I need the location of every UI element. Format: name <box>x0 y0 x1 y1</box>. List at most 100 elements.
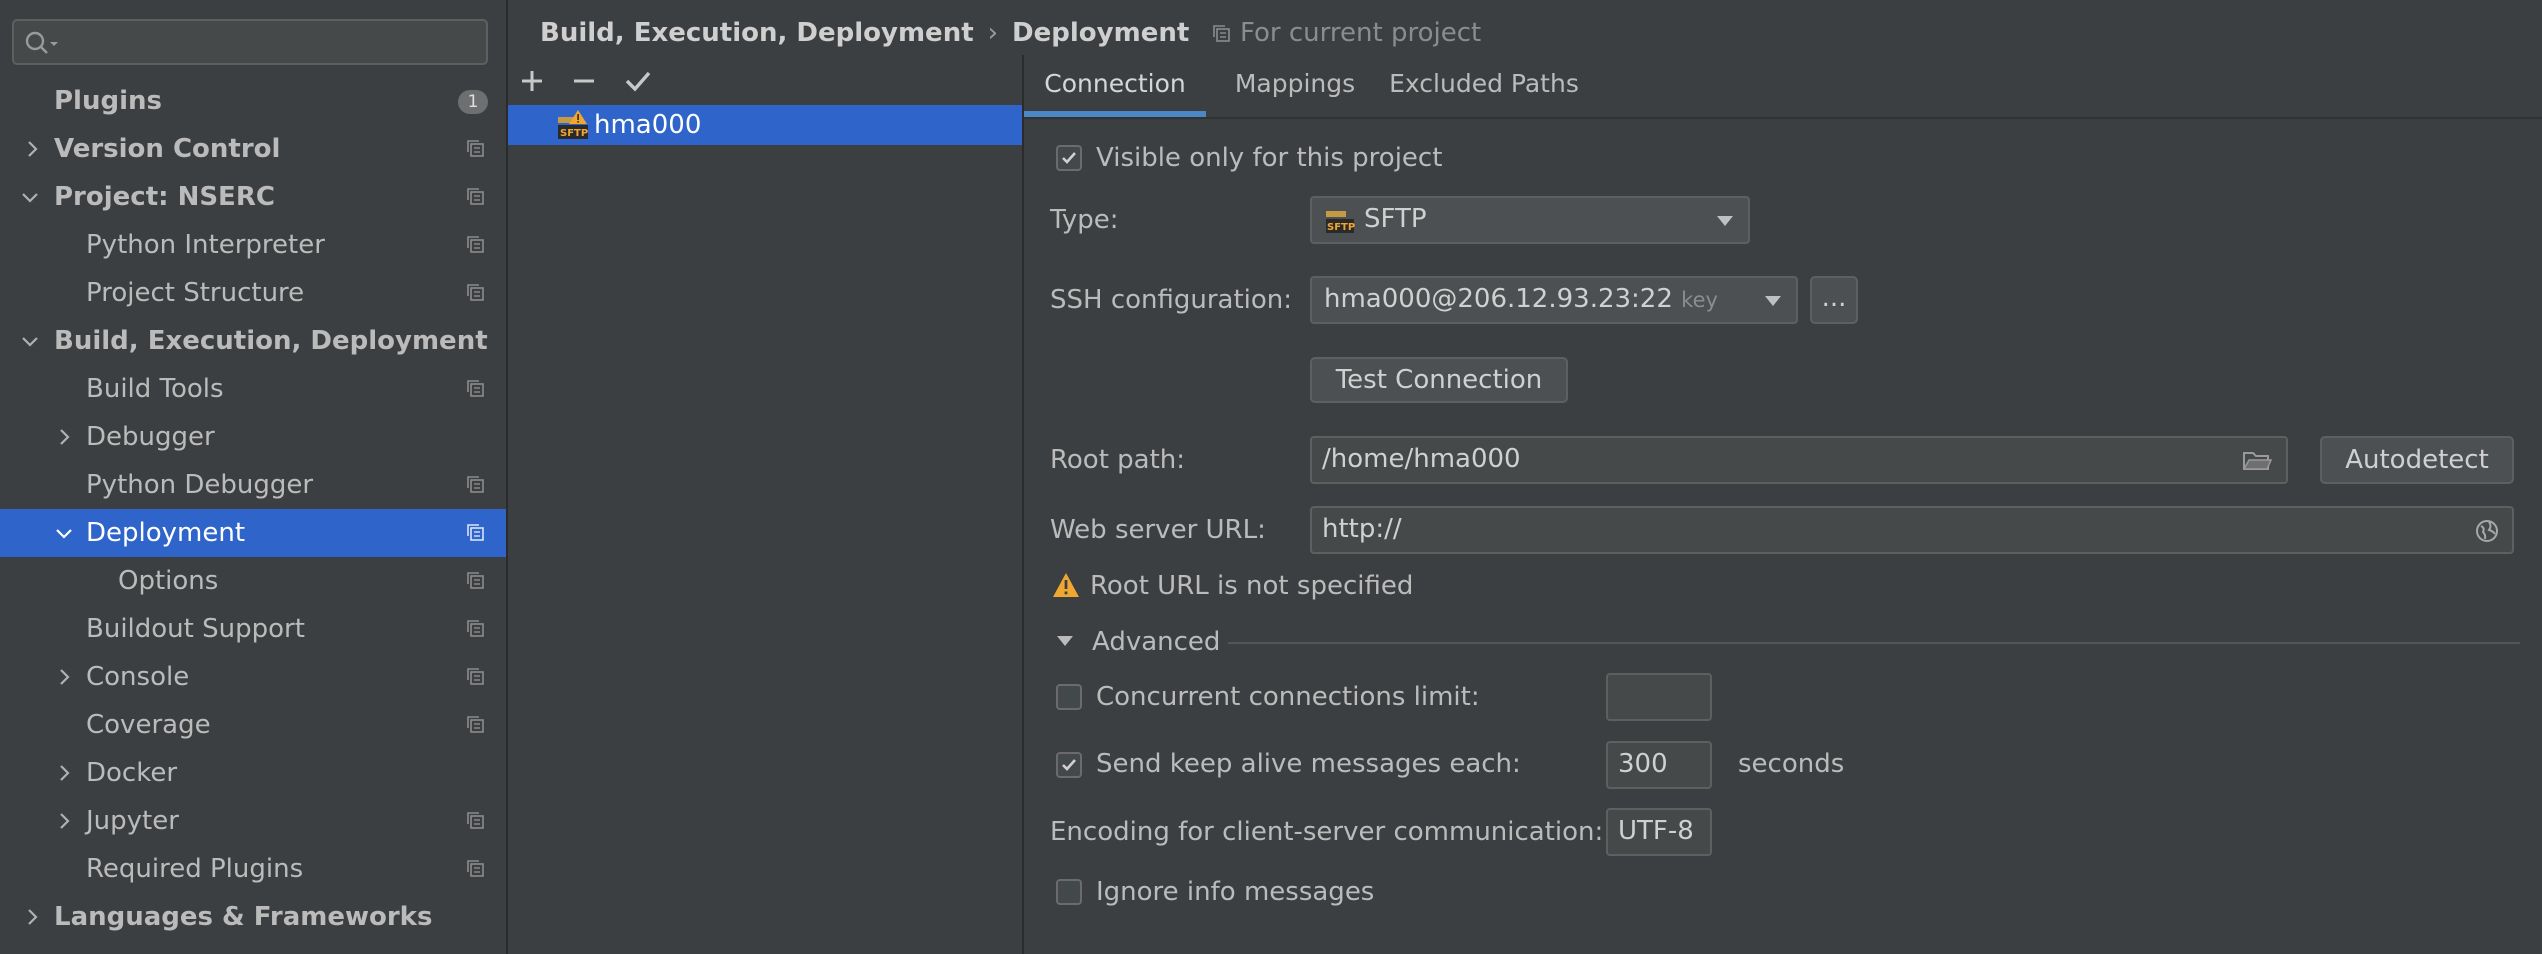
project-scope-icon <box>466 571 486 591</box>
globe-icon[interactable] <box>2474 518 2500 544</box>
ssh-host: hma000@206.12.93.23:22 <box>1324 284 1673 314</box>
chevron-down-icon[interactable] <box>20 331 40 351</box>
svg-text:SFTP: SFTP <box>1327 222 1355 233</box>
project-scope-icon <box>466 187 486 207</box>
checkmark-icon[interactable] <box>620 63 656 99</box>
sidebar-item-build-tools[interactable]: Build Tools <box>0 365 506 413</box>
project-scope-icon <box>1213 24 1230 42</box>
warning-icon <box>1052 572 1080 598</box>
collapse-triangle-icon[interactable] <box>1056 634 1074 648</box>
tab-connection[interactable]: Connection <box>1024 55 1206 117</box>
chevron-right-icon[interactable] <box>54 811 74 831</box>
test-connection-button[interactable]: Test Connection <box>1310 357 1568 403</box>
autodetect-button[interactable]: Autodetect <box>2320 436 2514 484</box>
keep-alive-input[interactable]: 300 <box>1606 741 1712 789</box>
visible-only-label: Visible only for this project <box>1096 143 1443 173</box>
tab-mappings[interactable]: Mappings <box>1220 55 1370 117</box>
svg-text:SFTP: SFTP <box>560 128 588 139</box>
sidebar-item-options[interactable]: Options <box>0 557 506 605</box>
sidebar-item-label: Options <box>118 566 219 596</box>
visible-only-checkbox[interactable] <box>1056 145 1082 171</box>
breadcrumb-item: Deployment <box>1012 18 1190 48</box>
web-server-url-label: Web server URL: <box>1050 515 1266 545</box>
type-value: SFTP <box>1364 204 1427 234</box>
concurrent-connections-checkbox[interactable] <box>1056 684 1082 710</box>
sidebar-item-deployment[interactable]: Deployment <box>0 509 506 557</box>
ssh-configuration-label: SSH configuration: <box>1050 285 1293 315</box>
sidebar-item-label: Required Plugins <box>86 854 304 884</box>
sidebar-item-build-execution-deployment[interactable]: Build, Execution, Deployment <box>0 317 506 365</box>
sidebar-item-version-control[interactable]: Version Control <box>0 125 506 173</box>
sidebar-item-required-plugins[interactable]: Required Plugins <box>0 845 506 893</box>
sidebar-item-label: Plugins <box>54 86 162 116</box>
dropdown-arrow-icon <box>1717 216 1733 226</box>
concurrent-connections-input[interactable] <box>1606 673 1712 721</box>
server-list-item[interactable]: SFTP hma000 <box>508 105 1022 145</box>
type-label: Type: <box>1050 205 1119 235</box>
settings-sidebar: Plugins 1 Version Control Project: NSERC… <box>0 0 508 954</box>
project-scope-icon <box>466 379 486 399</box>
chevron-down-icon[interactable] <box>54 523 74 543</box>
tab-bar: Connection Mappings Excluded Paths <box>1024 55 2542 119</box>
section-divider <box>1228 642 2520 644</box>
sidebar-item-label: Deployment <box>86 518 246 548</box>
chevron-right-icon[interactable] <box>54 763 74 783</box>
sidebar-item-label: Build, Execution, Deployment <box>54 326 488 356</box>
sidebar-item-label: Debugger <box>86 422 215 452</box>
advanced-section-title[interactable]: Advanced <box>1092 624 1220 660</box>
sidebar-item-label: Python Interpreter <box>86 230 325 260</box>
sidebar-item-jupyter[interactable]: Jupyter <box>0 797 506 845</box>
sidebar-item-label: Languages & Frameworks <box>54 902 433 932</box>
folder-icon[interactable] <box>2242 449 2272 473</box>
sidebar-item-project-structure[interactable]: Project Structure <box>0 269 506 317</box>
ssh-configuration-more-button[interactable]: ... <box>1810 276 1858 324</box>
keep-alive-checkbox[interactable] <box>1056 752 1082 778</box>
sidebar-item-docker[interactable]: Docker <box>0 749 506 797</box>
sidebar-item-label: Console <box>86 662 190 692</box>
root-path-input[interactable]: /home/hma000 <box>1310 436 2288 484</box>
chevron-right-icon[interactable] <box>22 907 42 927</box>
root-url-warning: Root URL is not specified <box>1090 571 1414 601</box>
sidebar-item-debugger[interactable]: Debugger <box>0 413 506 461</box>
root-path-label: Root path: <box>1050 445 1186 475</box>
ignore-info-checkbox[interactable] <box>1056 879 1082 905</box>
sidebar-item-python-debugger[interactable]: Python Debugger <box>0 461 506 509</box>
plugins-update-badge: 1 <box>458 90 488 114</box>
sidebar-item-project-nserc[interactable]: Project: NSERC <box>0 173 506 221</box>
web-server-url-input[interactable]: http:// <box>1310 506 2514 554</box>
keep-alive-label: Send keep alive messages each: <box>1096 749 1521 779</box>
breadcrumb: Build, Execution, Deployment › Deployment <box>540 14 1189 52</box>
sidebar-item-label: Build Tools <box>86 374 224 404</box>
sidebar-item-console[interactable]: Console <box>0 653 506 701</box>
settings-search-input[interactable] <box>12 19 488 65</box>
project-scope-icon <box>466 235 486 255</box>
sidebar-item-label: Buildout Support <box>86 614 305 644</box>
add-icon[interactable] <box>514 63 550 99</box>
chevron-down-icon[interactable] <box>20 187 40 207</box>
sidebar-item-python-interpreter[interactable]: Python Interpreter <box>0 221 506 269</box>
server-name: hma000 <box>594 110 702 140</box>
sidebar-item-buildout-support[interactable]: Buildout Support <box>0 605 506 653</box>
chevron-right-icon[interactable] <box>54 427 74 447</box>
encoding-input[interactable]: UTF-8 <box>1606 808 1712 856</box>
tab-excluded-paths[interactable]: Excluded Paths <box>1384 55 1584 117</box>
keep-alive-unit: seconds <box>1738 749 1845 779</box>
ssh-configuration-dropdown[interactable]: hma000@206.12.93.23:22 key <box>1310 276 1798 324</box>
project-scope-icon <box>466 619 486 639</box>
type-dropdown[interactable]: SFTP SFTP <box>1310 196 1750 244</box>
project-scope-icon <box>466 811 486 831</box>
checkmark-icon <box>1062 152 1076 164</box>
project-scope-icon <box>466 859 486 879</box>
search-icon <box>24 30 60 56</box>
scope-indicator: For current project <box>1212 14 1481 52</box>
breadcrumb-separator: › <box>987 18 999 48</box>
sidebar-item-label: Version Control <box>54 134 281 164</box>
remove-icon[interactable] <box>566 63 602 99</box>
sidebar-item-plugins[interactable]: Plugins 1 <box>0 77 506 125</box>
chevron-right-icon[interactable] <box>22 139 42 159</box>
sidebar-item-coverage[interactable]: Coverage <box>0 701 506 749</box>
sidebar-item-languages-frameworks[interactable]: Languages & Frameworks <box>0 893 506 941</box>
chevron-right-icon[interactable] <box>54 667 74 687</box>
breadcrumb-item[interactable]: Build, Execution, Deployment <box>540 18 974 48</box>
encoding-label: Encoding for client-server communication… <box>1050 817 1604 847</box>
